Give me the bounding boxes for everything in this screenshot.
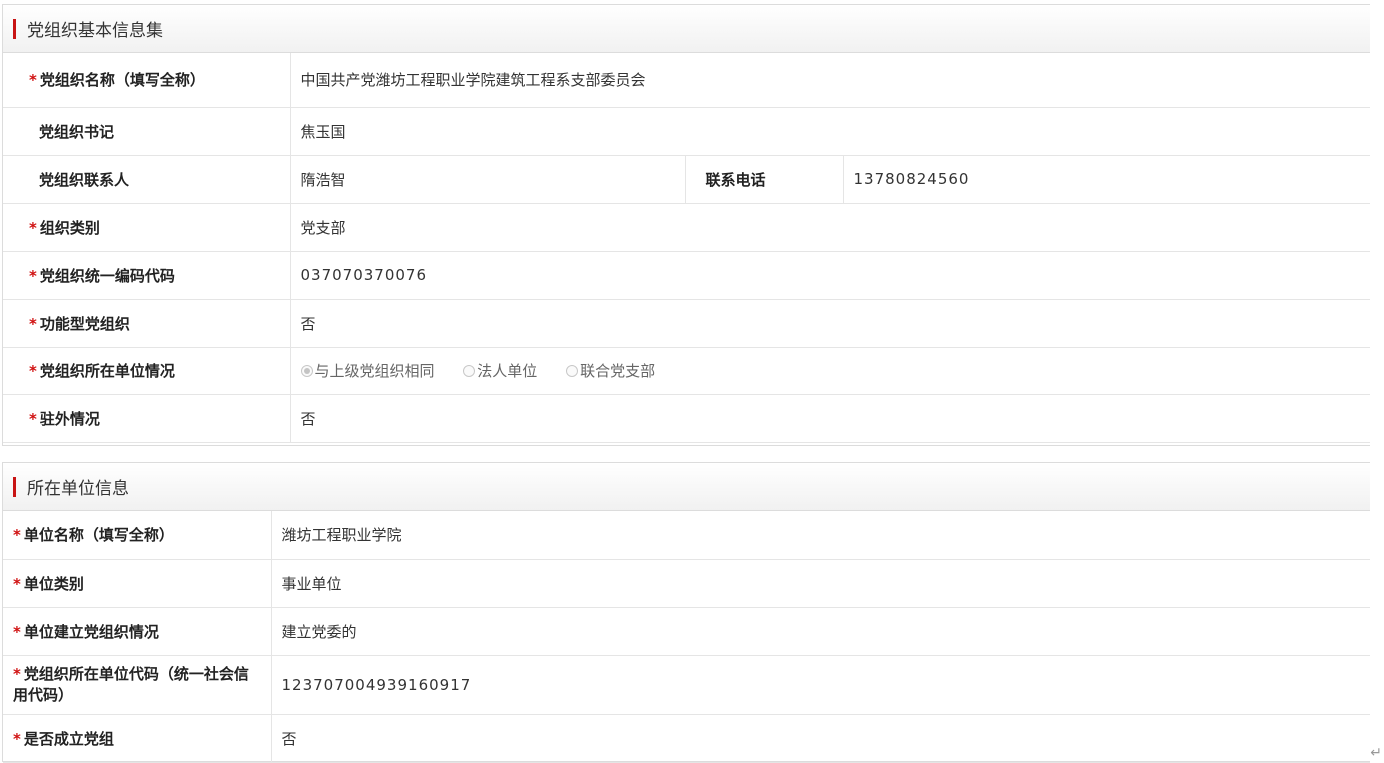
field-label: * 党组织统一编码代码 (3, 251, 291, 300)
field-label: * 功能型党组织 (3, 299, 291, 348)
panel-header: 所在单位信息 (3, 463, 1370, 511)
form-row: * 党组织所在单位代码（统一社会信用代码） 123707004939160917 (3, 655, 1370, 715)
form-row: * 党组织所在单位情况 与上级党组织相同 法人单位 联合党支部 (3, 347, 1370, 395)
field-label: 联系电话 (685, 155, 844, 204)
form-row: * 组织类别 党支部 (3, 203, 1370, 252)
form-row: 党组织书记 焦玉国 (3, 107, 1370, 156)
unit-form-table: * 单位名称（填写全称） 潍坊工程职业学院 * 单位类别 事业单位 * 单位建立党组织… (3, 511, 1370, 763)
party-org-basic-info-panel: 党组织基本信息集 * 党组织名称（填写全称） 中国共产党潍坊工程职业学院建筑工程系… (2, 4, 1370, 446)
functional-org-value: 否 (290, 299, 1370, 348)
contact-phone-value: 13780824560 (843, 155, 1370, 204)
field-label: 党组织书记 (3, 107, 291, 156)
org-code-value: 037070370076 (290, 251, 1370, 300)
radio-empty-icon[interactable] (463, 364, 476, 377)
radio-legal-entity[interactable]: 法人单位 (463, 360, 537, 381)
field-label: * 组织类别 (3, 203, 291, 252)
field-label: * 是否成立党组 (3, 714, 272, 763)
form-row: * 单位类别 事业单位 (3, 559, 1370, 608)
unit-credit-code-value: 123707004939160917 (271, 655, 1370, 715)
field-label: * 党组织所在单位代码（统一社会信用代码） (3, 655, 272, 715)
unit-category-value: 事业单位 (271, 559, 1370, 608)
radio-same-as-superior[interactable]: 与上级党组织相同 (300, 360, 435, 381)
radio-empty-icon[interactable] (566, 364, 579, 377)
panel-title: 党组织基本信息集 (27, 21, 163, 41)
contact-person-value: 隋浩智 (290, 155, 686, 204)
form-row: * 驻外情况 否 (3, 394, 1370, 443)
accent-bar (13, 18, 16, 39)
form-row: * 是否成立党组 否 (3, 714, 1370, 763)
form-row: * 单位名称（填写全称） 潍坊工程职业学院 (3, 511, 1370, 560)
field-label: * 驻外情况 (3, 394, 291, 443)
field-label: 党组织联系人 (3, 155, 291, 204)
secretary-value: 焦玉国 (290, 107, 1370, 156)
panel-header: 党组织基本信息集 (3, 5, 1370, 53)
radio-joint-branch[interactable]: 联合党支部 (566, 360, 655, 381)
form-row: * 功能型党组织 否 (3, 299, 1370, 348)
overseas-value: 否 (290, 394, 1370, 443)
panel-title: 所在单位信息 (27, 479, 129, 499)
radio-selected-icon[interactable] (300, 364, 313, 377)
org-category-value: 党支部 (290, 203, 1370, 252)
party-org-form-table: * 党组织名称（填写全称） 中国共产党潍坊工程职业学院建筑工程系支部委员会 党组织… (3, 53, 1370, 443)
unit-name-value: 潍坊工程职业学院 (271, 511, 1370, 560)
field-label: * 单位建立党组织情况 (3, 607, 272, 656)
form-row: * 党组织统一编码代码 037070370076 (3, 251, 1370, 300)
field-label: * 单位名称（填写全称） (3, 511, 272, 560)
field-label: * 党组织所在单位情况 (3, 347, 291, 395)
unit-org-status-value: 建立党委的 (271, 607, 1370, 656)
party-group-value: 否 (271, 714, 1370, 763)
form-row: * 党组织名称（填写全称） 中国共产党潍坊工程职业学院建筑工程系支部委员会 (3, 53, 1370, 108)
org-name-value: 中国共产党潍坊工程职业学院建筑工程系支部委员会 (290, 53, 1370, 108)
field-label: * 党组织名称（填写全称） (3, 53, 291, 108)
accent-bar (13, 476, 16, 497)
form-row: 党组织联系人 隋浩智 联系电话 13780824560 (3, 155, 1370, 204)
form-row: * 单位建立党组织情况 建立党委的 (3, 607, 1370, 656)
unit-situation-radio-group: 与上级党组织相同 法人单位 联合党支部 (290, 347, 1370, 395)
field-label: * 单位类别 (3, 559, 272, 608)
unit-info-panel: 所在单位信息 * 单位名称（填写全称） 潍坊工程职业学院 * 单位类别 事业单位 *… (2, 462, 1370, 763)
